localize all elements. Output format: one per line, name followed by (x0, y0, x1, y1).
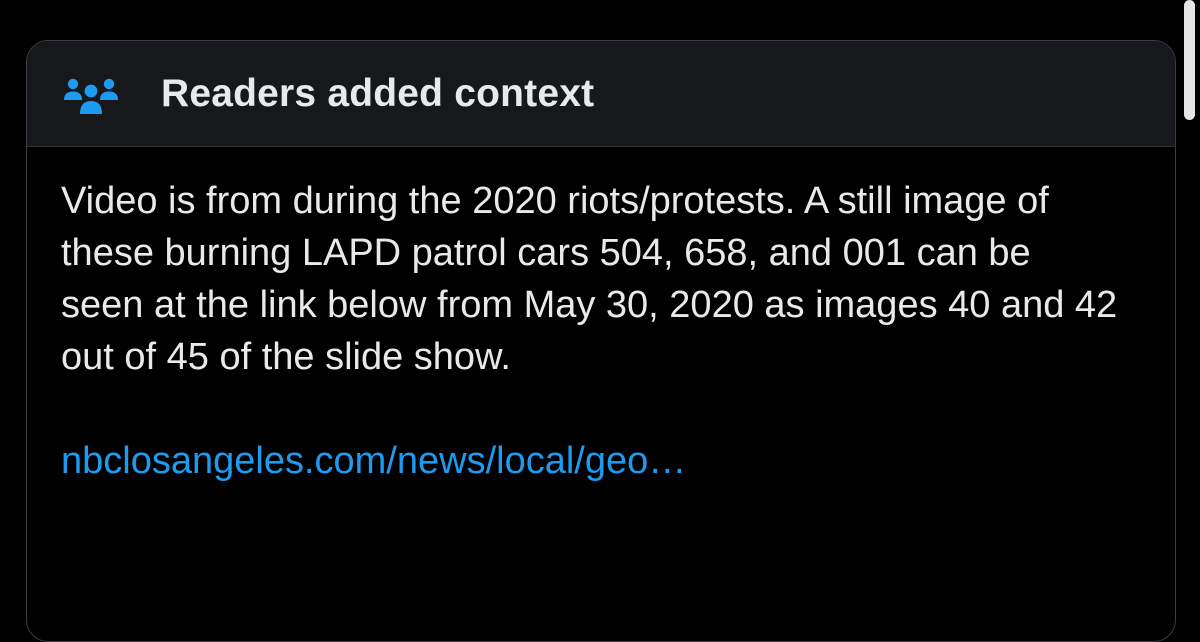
note-body: Video is from during the 2020 riots/prot… (27, 147, 1175, 487)
scrollbar[interactable] (1184, 0, 1195, 120)
note-text: Video is from during the 2020 riots/prot… (61, 180, 1118, 378)
note-title: Readers added context (161, 72, 595, 115)
source-link[interactable]: nbclosangeles.com/news/local/geo… (61, 435, 1139, 487)
people-icon (61, 72, 123, 116)
community-note-card: Readers added context Video is from duri… (26, 40, 1176, 642)
note-header[interactable]: Readers added context (27, 41, 1175, 147)
